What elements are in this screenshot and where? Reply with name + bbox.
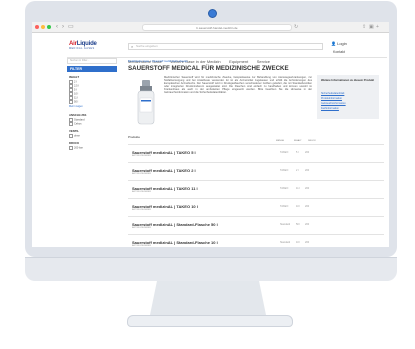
close-window-dot[interactable]	[35, 25, 39, 29]
search-icon: ⌕	[131, 44, 134, 49]
product-row[interactable]: Sauerstoff medizinAL | Standard-Flasche …	[128, 234, 384, 247]
product-qty: TAKEO	[280, 187, 289, 190]
site-search-input[interactable]: ⌕ Suche eingeben	[128, 43, 323, 50]
product-code: ARTIKELNUMMER	[132, 245, 151, 247]
product-pressure: 200	[305, 223, 310, 226]
product-qty: TAKEO	[280, 169, 289, 172]
nav-item-equipment[interactable]: Equipment	[229, 59, 248, 64]
checkbox[interactable]	[69, 146, 73, 150]
product-pressure: 200	[305, 241, 310, 244]
filter-group-title: VENTIL	[69, 129, 79, 133]
product-code: ARTIKELNUMMER	[132, 209, 151, 211]
product-code: ARTIKELNUMMER	[132, 173, 151, 175]
info-heading: Weitere Informationen zu diesem Produkt	[321, 79, 374, 82]
sidebar-toggle-icon[interactable]: ▭	[68, 23, 74, 31]
product-qty: TAKEO	[280, 151, 289, 154]
product-qty: Standard	[280, 241, 291, 244]
back-icon[interactable]: ‹	[56, 23, 58, 31]
product-pressure: 200	[305, 151, 310, 154]
info-link[interactable]: Sicherheitsdatenblatt	[321, 92, 344, 95]
info-link[interactable]: Fachinformation	[321, 107, 339, 110]
filter-heading: FILTER	[67, 66, 117, 72]
filter-option-label: ohne	[74, 134, 80, 138]
oxygen-bottle-image	[137, 80, 155, 125]
tabs-icon[interactable]: ▣	[369, 24, 374, 31]
product-row[interactable]: Sauerstoff medizinAL | Standard-Flasche …	[128, 216, 384, 234]
maximize-window-dot[interactable]	[47, 25, 51, 29]
product-volume: 10 l	[296, 241, 301, 244]
screen: ‹ › ▭ b.sauerstoff-handel-medizin.de ↻ ⇪…	[32, 22, 389, 247]
product-volume: 50 l	[296, 223, 301, 226]
page-title: SAUERSTOFF MEDICAL FÜR MEDIZINISCHE ZWEC…	[128, 65, 289, 72]
forward-icon[interactable]: ›	[62, 23, 64, 31]
reload-icon[interactable]: ↻	[294, 24, 298, 31]
login-link[interactable]: 👤 Login	[331, 41, 347, 46]
product-description: Medizinischer Sauerstoff wird für medizi…	[164, 76, 312, 95]
contact-link[interactable]: Kontakt	[333, 50, 345, 54]
share-icon[interactable]: ⇪	[362, 24, 366, 31]
product-qty: Standard	[280, 223, 291, 226]
product-volume: 11 l	[296, 187, 300, 190]
checkbox[interactable]	[69, 122, 73, 126]
monitor-stand-base	[127, 315, 293, 327]
monitor-chin	[25, 257, 397, 281]
column-header: INHALT	[294, 140, 302, 142]
product-row[interactable]: Sauerstoff medizinAL | TAKEO 10 l ARTIKEL…	[128, 198, 384, 216]
product-code: ARTIKELNUMMER	[132, 191, 151, 193]
filter-group-title: INHALT	[69, 75, 80, 79]
logo-subtitle: MEDICAL GASES	[69, 47, 95, 50]
search-placeholder: Suche eingeben	[136, 44, 158, 48]
show-more-link[interactable]: Mehr zeigen	[69, 105, 83, 108]
filter-option[interactable]: Cebos	[69, 122, 82, 126]
user-icon: 👤	[331, 41, 336, 46]
address-bar[interactable]: b.sauerstoff-handel-medizin.de	[142, 24, 292, 31]
new-tab-icon[interactable]: +	[376, 24, 379, 31]
filter-option[interactable]: 50 l	[69, 100, 78, 104]
filter-option[interactable]: ohne	[69, 134, 80, 138]
checkbox[interactable]	[69, 100, 73, 104]
info-link[interactable]: Gebrauchsinformation	[321, 102, 346, 105]
product-pressure: 200	[305, 205, 310, 208]
filter-option-label: 200 bar	[74, 146, 83, 150]
filter-option-label: 50 l	[74, 100, 79, 104]
minimize-window-dot[interactable]	[41, 25, 45, 29]
nav-item-service[interactable]: Service	[257, 59, 270, 64]
product-qty: TAKEO	[280, 205, 289, 208]
product-code: ARTIKELNUMMER	[132, 155, 151, 157]
site-logo[interactable]: AirLiquide MEDICAL GASES	[69, 41, 97, 50]
product-row[interactable]: Sauerstoff medizinAL | TAKEO 5 l ARTIKELN…	[128, 144, 384, 162]
info-link[interactable]: Produktinformation	[321, 97, 342, 100]
product-volume: 10 l	[296, 205, 301, 208]
info-box: Weitere Informationen zu diesem Produkt …	[317, 75, 379, 119]
product-pressure: 200	[305, 187, 310, 190]
browser-toolbar: ‹ › ▭ b.sauerstoff-handel-medizin.de ↻ ⇪…	[32, 22, 389, 33]
product-row[interactable]: Sauerstoff medizinAL | TAKEO 11 l ARTIKEL…	[128, 180, 384, 198]
product-code: ARTIKELNUMMER	[132, 227, 151, 229]
column-header: MENGE	[276, 140, 285, 142]
column-header: DRUCK	[308, 140, 316, 142]
product-volume: 5 l	[296, 151, 299, 154]
filter-option-label: Cebos	[74, 122, 82, 126]
monitor-stand-neck	[150, 281, 266, 315]
product-row[interactable]: Sauerstoff medizinAL | TAKEO 2 l ARTIKELN…	[128, 162, 384, 180]
products-heading: Produkte	[128, 135, 141, 139]
product-pressure: 200	[305, 169, 310, 172]
camera-dot	[208, 9, 217, 18]
checkbox[interactable]	[69, 134, 73, 138]
product-volume: 2 l	[296, 169, 299, 172]
filter-search-input[interactable]: Suchen in Filter...	[67, 58, 117, 64]
breadcrumb[interactable]: Medizinische Gase > Sauerstoff medizinis…	[128, 60, 188, 63]
filter-group-title: ANSCHLUSS	[69, 113, 87, 117]
login-label: Login	[337, 41, 347, 46]
filter-group-title: DRUCK	[69, 141, 80, 145]
filter-option[interactable]: 200 bar	[69, 146, 83, 150]
